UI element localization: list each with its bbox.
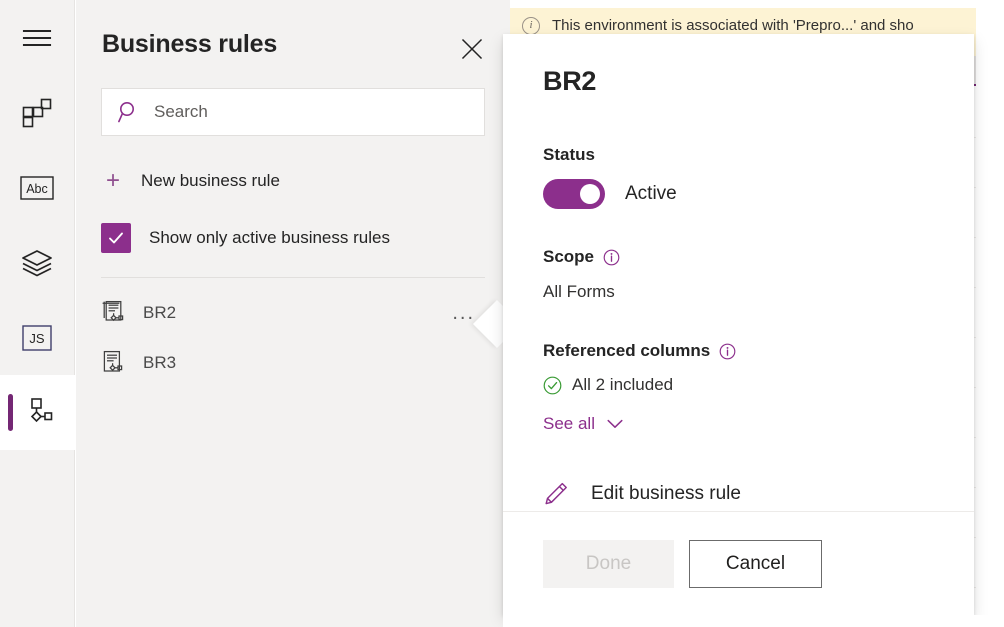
rail-item-web-resources[interactable]: JS	[0, 300, 75, 375]
callout-bottom-edge	[503, 615, 1004, 627]
info-icon[interactable]	[719, 343, 736, 360]
list-item[interactable]: BR3	[76, 338, 510, 388]
pane-divider	[101, 277, 485, 278]
rail-item-business-rules[interactable]	[0, 375, 75, 450]
callout-body: BR2 Status Active Scope	[503, 34, 974, 511]
rail-item-columns[interactable]: Abc	[0, 150, 75, 225]
status-toggle[interactable]	[543, 179, 605, 209]
business-rule-details-callout: BR2 Status Active Scope	[503, 34, 974, 615]
checkbox-checked-icon	[101, 223, 131, 253]
business-rules-pane: Business rules	[76, 0, 510, 627]
svg-text:Abc: Abc	[26, 182, 48, 196]
app-root: i This environment is associated with 'P…	[0, 0, 1004, 627]
callout-footer: Done Cancel	[503, 511, 974, 615]
show-active-checkbox-label: Show only active business rules	[149, 228, 390, 248]
status-label: Status	[543, 145, 934, 165]
search-input[interactable]: Search	[101, 88, 485, 136]
search-area: Search	[76, 80, 510, 136]
checkmark-circle-icon	[543, 376, 562, 395]
cancel-button[interactable]: Cancel	[689, 540, 822, 588]
left-rail: Abc JS	[0, 0, 75, 627]
status-state-text: Active	[625, 183, 677, 205]
done-button[interactable]: Done	[543, 540, 674, 588]
page-title: Business rules	[102, 30, 484, 59]
hamburger-icon	[21, 26, 53, 50]
see-all-label: See all	[543, 414, 595, 434]
scope-section: Scope All Forms	[543, 247, 934, 302]
plus-icon: +	[101, 169, 125, 193]
scope-label: Scope	[543, 247, 594, 267]
list-item[interactable]: BR2 ...	[76, 288, 510, 338]
new-business-rule-label: New business rule	[141, 171, 280, 191]
business-rule-icon	[21, 397, 53, 429]
edit-business-rule-label: Edit business rule	[591, 483, 741, 505]
show-active-checkbox[interactable]: Show only active business rules	[101, 223, 510, 253]
pencil-icon	[543, 481, 569, 507]
callout-title: BR2	[543, 66, 934, 97]
js-icon: JS	[22, 325, 52, 351]
components-icon	[22, 98, 52, 128]
list-item-label: BR2	[143, 303, 176, 323]
rail-item-components[interactable]	[0, 75, 75, 150]
search-icon	[118, 101, 140, 123]
search-placeholder: Search	[154, 102, 208, 122]
toggle-knob	[580, 184, 600, 204]
business-rules-list: BR2 ...	[76, 288, 510, 388]
status-section: Status Active	[543, 145, 934, 209]
referenced-columns-label-row: Referenced columns	[543, 341, 934, 361]
business-rule-item-icon	[101, 300, 127, 326]
edit-business-rule-button[interactable]: Edit business rule	[543, 481, 934, 507]
scope-label-row: Scope	[543, 247, 934, 267]
abc-icon: Abc	[20, 176, 54, 200]
layers-icon	[21, 249, 53, 277]
list-item-label: BR3	[143, 353, 176, 373]
status-toggle-row: Active	[543, 179, 934, 209]
referenced-columns-label: Referenced columns	[543, 341, 710, 361]
svg-text:JS: JS	[29, 331, 45, 346]
scope-value: All Forms	[543, 282, 934, 302]
info-icon[interactable]	[603, 249, 620, 266]
overflow-menu-icon[interactable]: ...	[452, 303, 475, 323]
environment-banner-text: This environment is associated with 'Pre…	[552, 17, 914, 34]
rail-item-tables[interactable]	[0, 225, 75, 300]
pane-header: Business rules	[76, 0, 510, 80]
business-rule-item-icon	[101, 350, 127, 376]
chevron-down-icon	[607, 419, 623, 429]
rail-item-hamburger-menu[interactable]	[0, 0, 75, 75]
see-all-button[interactable]: See all	[543, 414, 934, 434]
referenced-columns-state: All 2 included	[543, 375, 934, 395]
referenced-columns-section: Referenced columns	[543, 341, 934, 434]
referenced-columns-state-text: All 2 included	[572, 375, 673, 395]
new-business-rule-button[interactable]: + New business rule	[101, 165, 510, 197]
close-icon[interactable]	[456, 33, 488, 65]
info-circle-icon: i	[522, 17, 540, 35]
